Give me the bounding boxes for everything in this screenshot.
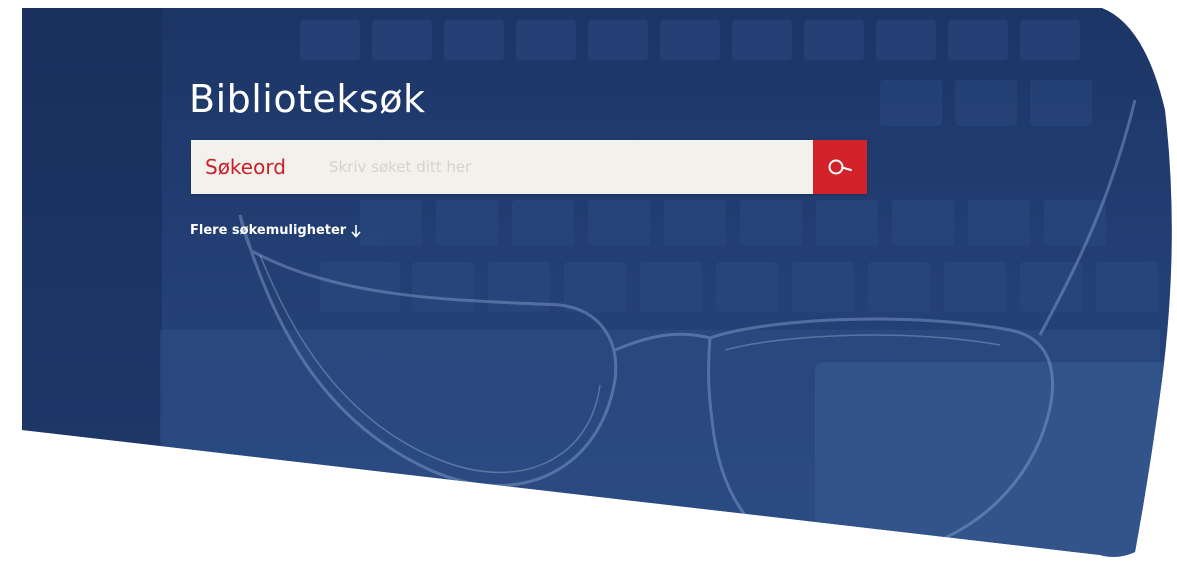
- search-icon: [828, 159, 852, 175]
- more-search-options-link[interactable]: Flere søkemuligheter: [190, 223, 362, 238]
- search-button[interactable]: [813, 140, 867, 194]
- hero-background: [22, 8, 1172, 557]
- page-title: Biblioteksøk: [189, 77, 426, 121]
- search-bar: Søkeord: [191, 140, 867, 194]
- arrow-down-icon: [350, 224, 362, 238]
- search-input[interactable]: [319, 140, 813, 194]
- more-search-options-label: Flere søkemuligheter: [190, 223, 347, 238]
- search-label: Søkeord: [205, 155, 286, 179]
- library-search-page: Biblioteksøk Søkeord Flere søkemulighete…: [0, 0, 1177, 568]
